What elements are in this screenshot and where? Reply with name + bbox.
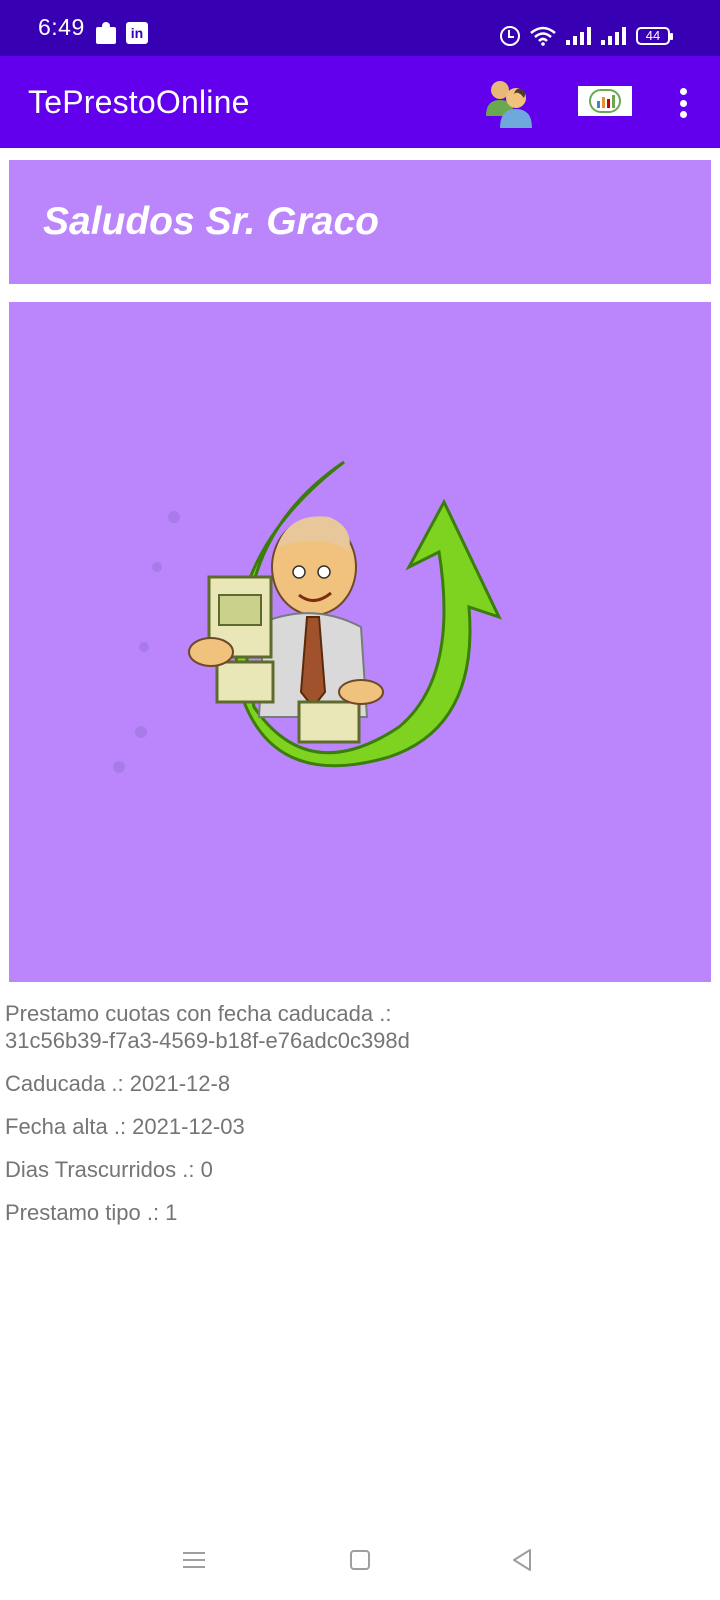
home-icon[interactable] [350, 1550, 370, 1570]
linkedin-icon: in [126, 22, 148, 44]
status-bar: 6:49 in 44 [0, 0, 720, 56]
system-icons: 44 [500, 26, 673, 46]
expired-date: Caducada .: 2021-12-8 [5, 1071, 231, 1096]
report-icon[interactable] [578, 86, 632, 116]
navigation-bar [0, 1540, 720, 1600]
days-elapsed: Dias Trascurridos .: 0 [5, 1157, 213, 1182]
back-icon[interactable] [510, 1548, 534, 1572]
greeting-text: Saludos Sr. Graco [43, 200, 379, 243]
users-icon[interactable] [484, 76, 534, 128]
signal-icon-2 [601, 27, 626, 45]
status-time: 6:49 [38, 14, 85, 40]
app-title: TePrestoOnline [28, 84, 250, 120]
loan-id: 31c56b39-f7a3-4569-b18f-e76adc0c398d [5, 1028, 410, 1053]
loan-expired-info: Prestamo cuotas con fecha caducada .: 31… [5, 1000, 410, 1054]
battery-icon: 44 [636, 27, 673, 45]
hero-panel [9, 302, 711, 982]
puzzle-icon [96, 22, 118, 44]
more-options-icon[interactable] [665, 84, 701, 122]
loan-type: Prestamo tipo .: 1 [5, 1200, 178, 1225]
signal-icon [566, 27, 591, 45]
created-date: Fecha alta .: 2021-12-03 [5, 1114, 245, 1139]
money-growth-illustration [113, 460, 502, 773]
recent-apps-icon[interactable] [183, 1552, 205, 1568]
alarm-icon [500, 26, 520, 46]
loan-expired-label: Prestamo cuotas con fecha caducada .: [5, 1001, 392, 1026]
app-bar: TePrestoOnline [0, 56, 720, 148]
wifi-icon [530, 26, 556, 46]
notification-icons: in [96, 22, 148, 44]
greeting-card: Saludos Sr. Graco [9, 160, 711, 284]
